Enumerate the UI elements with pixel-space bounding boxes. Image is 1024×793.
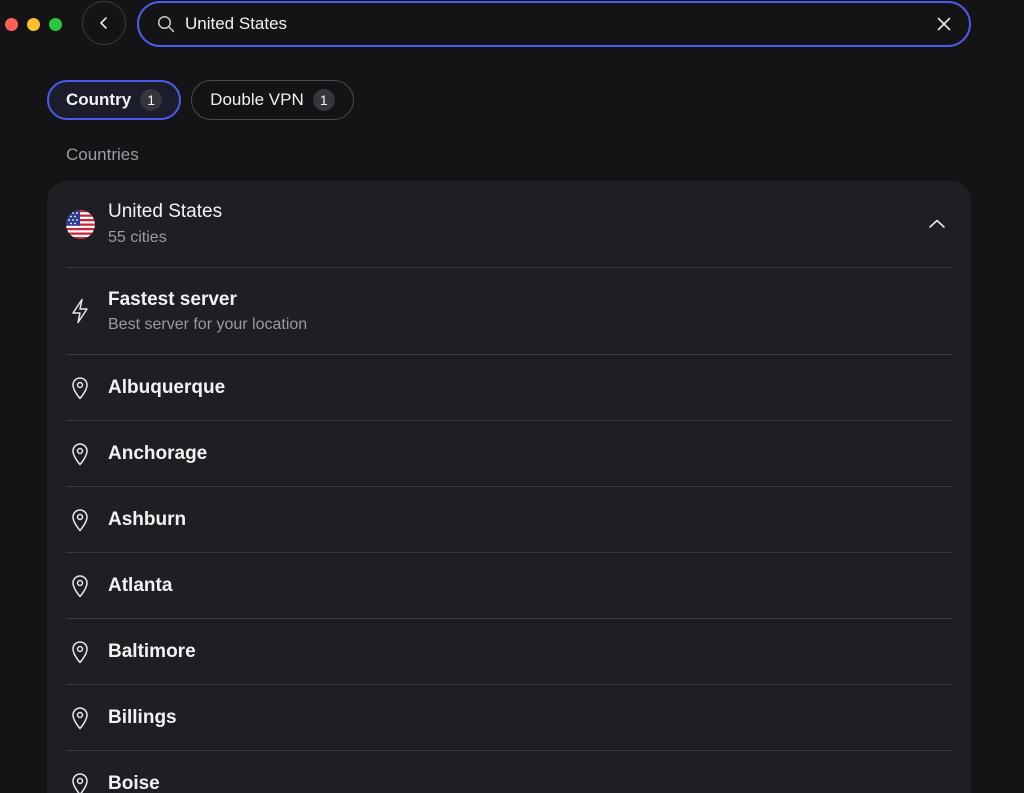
lightning-icon	[66, 298, 94, 324]
location-pin-icon	[66, 772, 94, 793]
city-row[interactable]: Billings	[66, 685, 952, 751]
maximize-window-button[interactable]	[49, 18, 62, 31]
search-bar[interactable]	[137, 1, 971, 47]
city-row[interactable]: Albuquerque	[66, 355, 952, 421]
results-panel: United States 55 cities Fastest server B…	[47, 181, 971, 793]
city-name: Anchorage	[108, 442, 208, 464]
filter-chips: Country 1 Double VPN 1	[47, 80, 354, 120]
city-row[interactable]: Boise	[66, 751, 952, 793]
chip-label: Double VPN	[210, 90, 304, 109]
location-pin-icon	[66, 376, 94, 400]
city-row[interactable]: Anchorage	[66, 421, 952, 487]
fastest-server-text: Fastest server Best server for your loca…	[108, 289, 307, 334]
city-name: Ashburn	[108, 508, 187, 530]
country-text: United States 55 cities	[108, 200, 928, 249]
location-pin-icon	[66, 508, 94, 532]
close-icon	[937, 17, 951, 31]
city-row[interactable]: Atlanta	[66, 553, 952, 619]
city-name: Baltimore	[108, 640, 196, 662]
filter-chip-country[interactable]: Country 1	[47, 80, 182, 120]
close-window-button[interactable]	[5, 18, 18, 31]
fastest-server-title: Fastest server	[108, 288, 237, 310]
chip-label: Country	[66, 90, 132, 109]
app-window: Country 1 Double VPN 1 Countries	[0, 0, 1024, 793]
filter-chip-double-vpn[interactable]: Double VPN 1	[191, 80, 354, 120]
city-name: Billings	[108, 706, 177, 728]
clear-search-button[interactable]	[937, 17, 951, 31]
location-pin-icon	[66, 706, 94, 730]
minimize-window-button[interactable]	[27, 18, 40, 31]
us-flag-icon	[66, 209, 95, 239]
section-heading: Countries	[66, 145, 139, 164]
city-row[interactable]: Baltimore	[66, 619, 952, 685]
window-controls	[5, 18, 62, 31]
country-city-count: 55 cities	[108, 228, 167, 246]
city-row[interactable]: Ashburn	[66, 487, 952, 553]
search-icon	[157, 15, 175, 33]
country-row-united-states[interactable]: United States 55 cities	[66, 181, 952, 268]
location-pin-icon	[66, 640, 94, 664]
chevron-left-icon	[97, 16, 111, 30]
chip-count-badge: 1	[140, 89, 163, 111]
city-name: Atlanta	[108, 574, 173, 596]
chevron-up-icon[interactable]	[928, 218, 946, 230]
back-button[interactable]	[82, 1, 126, 45]
fastest-server-subtitle: Best server for your location	[108, 315, 308, 333]
location-pin-icon	[66, 574, 94, 598]
country-name: United States	[108, 200, 223, 222]
fastest-server-row[interactable]: Fastest server Best server for your loca…	[66, 268, 952, 355]
chip-count-badge: 1	[312, 89, 335, 111]
location-pin-icon	[66, 442, 94, 466]
city-name: Albuquerque	[108, 376, 226, 398]
search-input[interactable]	[185, 14, 927, 34]
city-name: Boise	[108, 772, 160, 793]
